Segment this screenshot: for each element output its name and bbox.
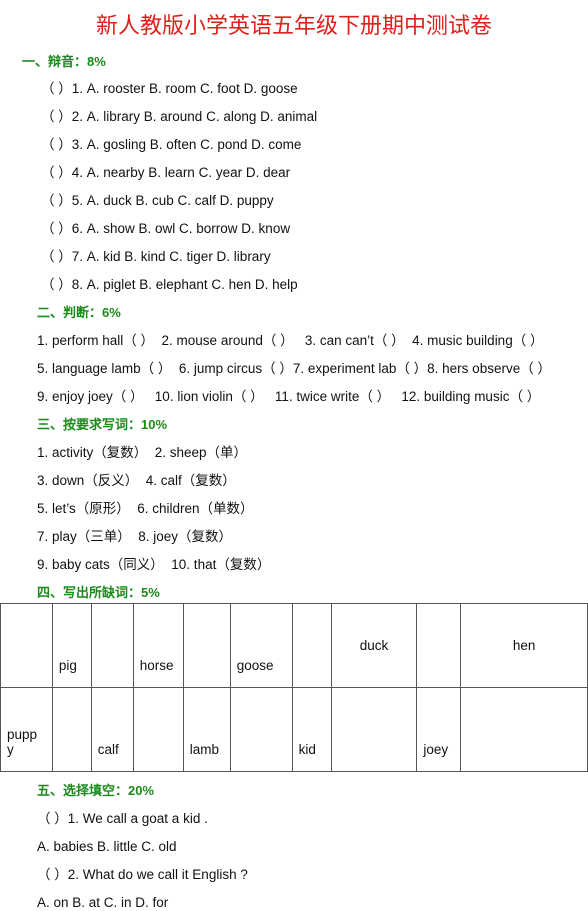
table-cell xyxy=(330,687,418,772)
question-line: 9. enjoy joey（ ） 10. lion violin（ ） 11. … xyxy=(37,389,541,404)
table-cell xyxy=(416,603,462,688)
table-cell xyxy=(460,687,588,772)
question-line: 7. play（三单） 8. joey（复数） xyxy=(37,529,233,544)
table-cell xyxy=(51,687,92,772)
question-line: 5. let’s（原形） 6. children（单数） xyxy=(37,501,254,516)
question-line: A. on B. at C. in D. for xyxy=(37,895,169,910)
question-line: （ ）1. A. rooster B. room C. foot D. goos… xyxy=(41,81,298,96)
question-line: 1. activity（复数） 2. sheep（单） xyxy=(37,445,248,460)
table-cell xyxy=(90,603,134,688)
table-cell: pupp y xyxy=(0,687,53,772)
question-line: （ ）5. A. duck B. cub C. calf D. puppy xyxy=(41,193,274,208)
question-line: （ ）1. We call a goat a kid . xyxy=(37,811,208,826)
table-cell: kid xyxy=(291,687,332,772)
question-line: （ ）8. A. piglet B. elephant C. hen D. he… xyxy=(41,277,298,292)
table-cell: calf xyxy=(90,687,134,772)
page-title: 新人教版小学英语五年级下册期中测试卷 xyxy=(95,14,492,39)
table-cell: duck xyxy=(330,603,418,688)
section-3-heading: 三、按要求写词：10% xyxy=(37,417,168,432)
question-line: A. babies B. little C. old xyxy=(37,839,177,854)
question-line: （ ）3. A. gosling B. often C. pond D. com… xyxy=(41,137,302,152)
table-cell: goose xyxy=(229,603,293,688)
table-cell: lamb xyxy=(182,687,231,772)
table-cell xyxy=(291,603,332,688)
section-2-heading: 二、判断：6% xyxy=(37,305,121,320)
table-cell: hen xyxy=(460,603,588,688)
question-line: （ ）4. A. nearby B. learn C. year D. dear xyxy=(41,165,291,180)
question-line: （ ）6. A. show B. owl C. borrow D. know xyxy=(41,221,291,236)
table-cell xyxy=(182,603,231,688)
table-cell xyxy=(229,687,293,772)
section-4-heading: 四、写出所缺词：5% xyxy=(37,585,160,600)
question-line: （ ）2. What do we call it English ? xyxy=(37,867,248,882)
question-line: 1. perform hall（ ） 2. mouse around（ ） 3.… xyxy=(37,333,544,348)
question-line: （ ）7. A. kid B. kind C. tiger D. library xyxy=(41,249,271,264)
question-line: 9. baby cats（同义） 10. that（复数） xyxy=(37,557,271,572)
section-1-heading: 一、辩音：8% xyxy=(22,54,106,69)
question-line: 5. language lamb（ ） 6. jump circus（ ）7. … xyxy=(37,361,551,376)
table-cell: pig xyxy=(51,603,92,688)
question-line: 3. down（反义） 4. calf（复数） xyxy=(37,473,236,488)
table-cell: horse xyxy=(132,603,184,688)
table-cell xyxy=(132,687,184,772)
question-line: （ ）2. A. library B. around C. along D. a… xyxy=(41,109,318,124)
table-cell: joey xyxy=(416,687,462,772)
table-cell xyxy=(0,603,53,688)
missing-words-table: pig horse goose duck hen pupp y calf lamb kid joe… xyxy=(0,603,588,772)
section-5-heading: 五、选择填空：20% xyxy=(37,783,155,798)
